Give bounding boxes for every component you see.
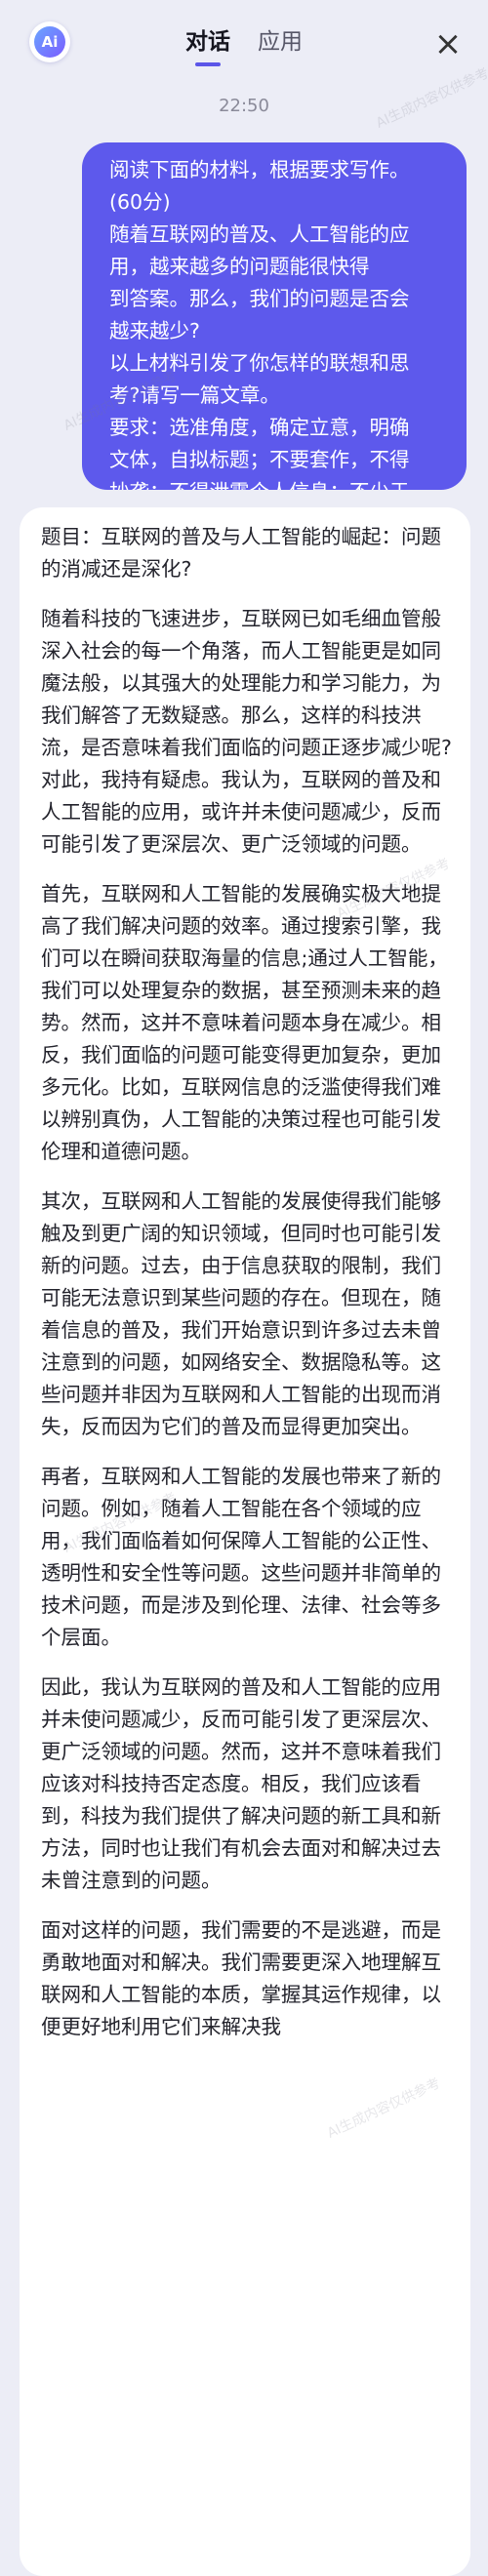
close-icon[interactable]: × xyxy=(431,27,465,60)
message-timestamp: 22:50 xyxy=(219,96,269,116)
tab-chat[interactable]: 对话 xyxy=(185,27,230,57)
logo-text: Ai xyxy=(34,26,65,58)
ai-response-bubble[interactable]: 题目：互联网的普及与人工智能的崛起：问题的消减还是深化? 随着科技的飞速进步，互… xyxy=(20,507,470,2576)
ai-response-paragraph: 其次，互联网和人工智能的发展使得我们能够触及到更广阔的知识领域，但同时也可能引发… xyxy=(41,1189,441,1438)
tab-bar: 对话 应用 xyxy=(185,27,303,57)
app-header: Ai 对话 应用 × xyxy=(0,0,488,90)
user-message-bubble[interactable]: 阅读下面的材料，根据要求写作。 (60分) 随着互联网的普及、人工智能的应 用，… xyxy=(82,142,467,490)
tab-apps[interactable]: 应用 xyxy=(258,27,303,57)
ai-response-paragraph: 面对这样的问题，我们需要的不是逃避，而是勇敢地面对和解决。我们需要更深入地理解互… xyxy=(41,1918,441,2038)
ai-response-paragraph: 再者，互联网和人工智能的发展也带来了新的问题。例如，随着人工智能在各个领域的应用… xyxy=(41,1465,441,1649)
ai-logo-icon[interactable]: Ai xyxy=(29,21,70,62)
ai-response-title: 题目：互联网的普及与人工智能的崛起：问题的消减还是深化? xyxy=(41,525,441,581)
ai-response-paragraph: 首先，互联网和人工智能的发展确实极大地提高了我们解决问题的效率。通过搜索引擎，我… xyxy=(41,882,448,1163)
ai-response-paragraph: 随着科技的飞速进步，互联网已如毛细血管般深入社会的每一个角落，而人工智能更是如同… xyxy=(41,607,452,856)
ai-response-paragraph: 因此，我认为互联网的普及和人工智能的应用并未使问题减少，反而可能引发了更深层次、… xyxy=(41,1675,441,1892)
